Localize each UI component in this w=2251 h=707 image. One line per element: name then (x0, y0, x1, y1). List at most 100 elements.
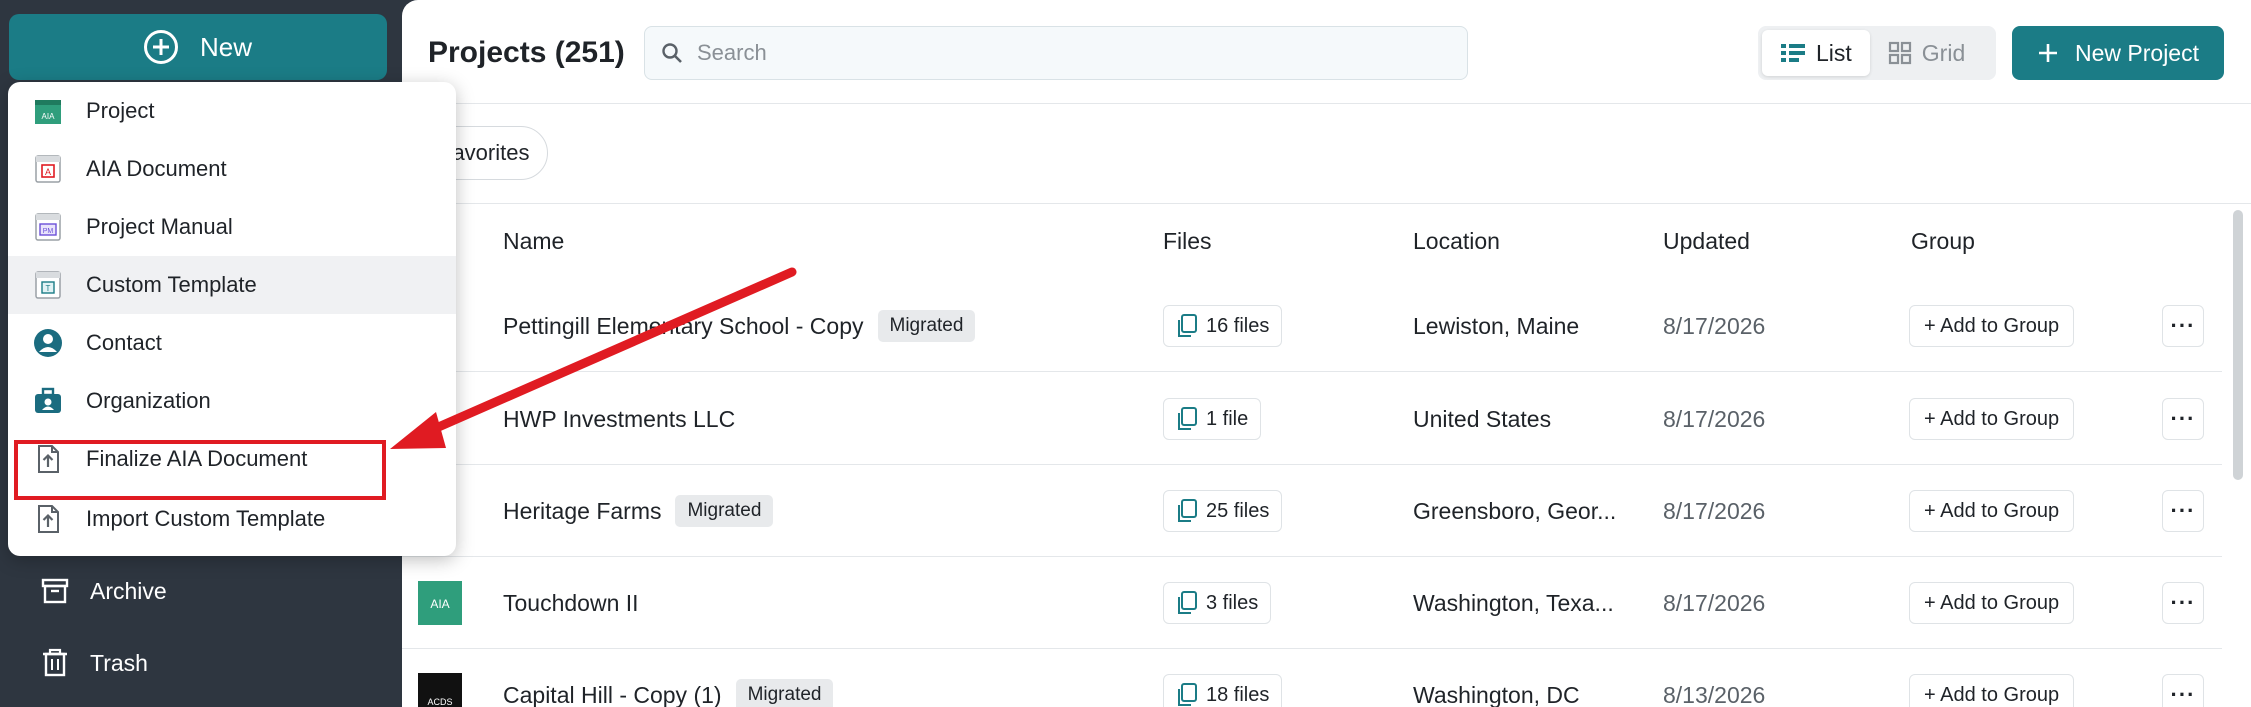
sidebar-item-label: Archive (90, 577, 167, 604)
group-cell: + Add to Group (1909, 373, 2075, 465)
search-icon (662, 43, 682, 63)
vertical-scrollbar[interactable] (2233, 210, 2243, 480)
more-options-icon[interactable]: ··· (2162, 674, 2204, 707)
add-to-group-button[interactable]: + Add to Group (1909, 582, 2075, 624)
table-row[interactable]: Heritage Farms Migrated 25 files Greensboro… (402, 465, 2222, 557)
table-row[interactable]: ACDS Capital Hill - Copy (1) Migrated 18 fi… (402, 649, 2222, 707)
menu-item-project[interactable]: AIA Project (8, 82, 456, 140)
menu-item-contact[interactable]: Contact (8, 314, 456, 372)
menu-item-label: AIA Document (86, 156, 227, 181)
location-cell: Washington, DC (1413, 681, 1580, 707)
project-name[interactable]: HWP Investments LLC (503, 406, 735, 433)
menu-item-label: Organization (86, 388, 211, 413)
column-header-location[interactable]: Location (1413, 228, 1500, 255)
grid-icon (1888, 41, 1911, 65)
files-chip[interactable]: 3 files (1163, 582, 1272, 624)
files-count: 18 files (1206, 683, 1270, 706)
files-chip[interactable]: 25 files (1163, 490, 1283, 532)
main-panel: Projects (251) List Grid New Project Fav… (402, 0, 2251, 707)
sidebar-item-archive[interactable]: Archive (40, 576, 167, 606)
table-row[interactable]: HWP Investments LLC 1 file United States 8/… (402, 373, 2222, 465)
files-count: 25 files (1206, 499, 1270, 522)
upload-file-icon (38, 505, 59, 533)
files-cell: 25 files (1163, 465, 1283, 557)
project-name-cell[interactable]: Heritage Farms Migrated (503, 465, 774, 557)
files-icon (1178, 591, 1197, 614)
search-box[interactable] (644, 26, 1468, 80)
view-grid-label: Grid (1921, 39, 1966, 66)
updated-cell: 8/17/2026 (1663, 405, 1766, 432)
menu-item-label: Contact (86, 330, 162, 355)
view-toggle: List Grid (1758, 26, 1996, 80)
table-row[interactable]: Pettingill Elementary School - Copy Migra… (402, 280, 2222, 372)
project-name[interactable]: Pettingill Elementary School - Copy (503, 313, 864, 340)
more-options-icon[interactable]: ··· (2162, 490, 2204, 532)
search-input[interactable] (697, 40, 1437, 66)
updated-cell: 8/17/2026 (1663, 497, 1766, 524)
project-name-cell[interactable]: Capital Hill - Copy (1) Migrated (503, 649, 834, 707)
page-title: Projects (251) (428, 36, 625, 69)
add-to-group-button[interactable]: + Add to Group (1909, 398, 2075, 440)
table-row[interactable]: AIA Touchdown II 3 files Washington, Texa..… (402, 557, 2222, 649)
svg-text:AIA: AIA (42, 112, 56, 121)
contact-icon (34, 329, 62, 357)
location-cell: United States (1413, 405, 1552, 432)
menu-item-custom-template[interactable]: T Custom Template (8, 256, 456, 314)
project-name[interactable]: Heritage Farms (503, 498, 661, 525)
add-to-group-button[interactable]: + Add to Group (1909, 305, 2075, 347)
thumbnail-label: AIA (430, 597, 450, 611)
group-cell: + Add to Group (1909, 465, 2075, 557)
more-options-icon[interactable]: ··· (2162, 582, 2204, 624)
annotation-highlight-box (14, 440, 386, 500)
project-manual-icon: PM (35, 213, 61, 241)
column-header-group[interactable]: Group (1911, 228, 1975, 255)
sidebar-item-label: Trash (90, 649, 148, 676)
files-cell: 3 files (1163, 557, 1272, 649)
menu-item-aia-document[interactable]: A AIA Document (8, 140, 456, 198)
new-button-label: New (199, 31, 252, 62)
project-name[interactable]: Capital Hill - Copy (1) (503, 682, 722, 707)
trash-icon (43, 648, 67, 677)
files-chip[interactable]: 18 files (1163, 674, 1283, 707)
topbar: Projects (251) List Grid New Project (402, 0, 2251, 104)
view-list-button[interactable]: List (1762, 30, 1870, 76)
add-to-group-button[interactable]: + Add to Group (1909, 674, 2075, 707)
column-header-name[interactable]: Name (503, 228, 564, 255)
add-to-group-button[interactable]: + Add to Group (1909, 490, 2075, 532)
view-list-label: List (1816, 39, 1852, 66)
plus-circle-icon (143, 30, 178, 64)
group-cell: + Add to Group (1909, 557, 2075, 649)
row-actions-cell: ··· (2162, 465, 2204, 557)
svg-text:PM: PM (43, 228, 54, 235)
group-cell: + Add to Group (1909, 280, 2075, 372)
files-cell: 18 files (1163, 649, 1283, 707)
project-name-cell[interactable]: Pettingill Elementary School - Copy Migra… (503, 280, 976, 372)
more-options-icon[interactable]: ··· (2162, 398, 2204, 440)
project-name-cell[interactable]: HWP Investments LLC (503, 373, 735, 465)
plus-icon (2039, 44, 2057, 62)
group-cell: + Add to Group (1909, 649, 2075, 707)
project-name-cell[interactable]: Touchdown II (503, 557, 639, 649)
more-options-icon[interactable]: ··· (2162, 305, 2204, 347)
files-count: 16 files (1206, 314, 1270, 337)
menu-item-project-manual[interactable]: PM Project Manual (8, 198, 456, 256)
files-cell: 1 file (1163, 373, 1262, 465)
files-chip[interactable]: 16 files (1163, 305, 1283, 347)
sidebar-item-trash[interactable]: Trash (40, 648, 148, 678)
files-icon (1178, 407, 1197, 430)
view-grid-button[interactable]: Grid (1870, 30, 1983, 76)
list-icon (1781, 44, 1805, 62)
new-project-button[interactable]: New Project (2012, 26, 2224, 80)
menu-item-organization[interactable]: Organization (8, 372, 456, 430)
menu-item-label: Project (86, 98, 155, 123)
new-button[interactable]: New (9, 14, 387, 80)
svg-text:A: A (45, 167, 51, 177)
project-thumbnail: ACDS (418, 673, 462, 707)
files-chip[interactable]: 1 file (1163, 398, 1262, 440)
column-header-updated[interactable]: Updated (1663, 228, 1750, 255)
custom-template-icon: T (35, 271, 61, 299)
table-header: Name Files Location Updated Group (402, 210, 2251, 274)
project-name[interactable]: Touchdown II (503, 590, 639, 617)
column-header-files[interactable]: Files (1163, 228, 1212, 255)
row-actions-cell: ··· (2162, 280, 2204, 372)
